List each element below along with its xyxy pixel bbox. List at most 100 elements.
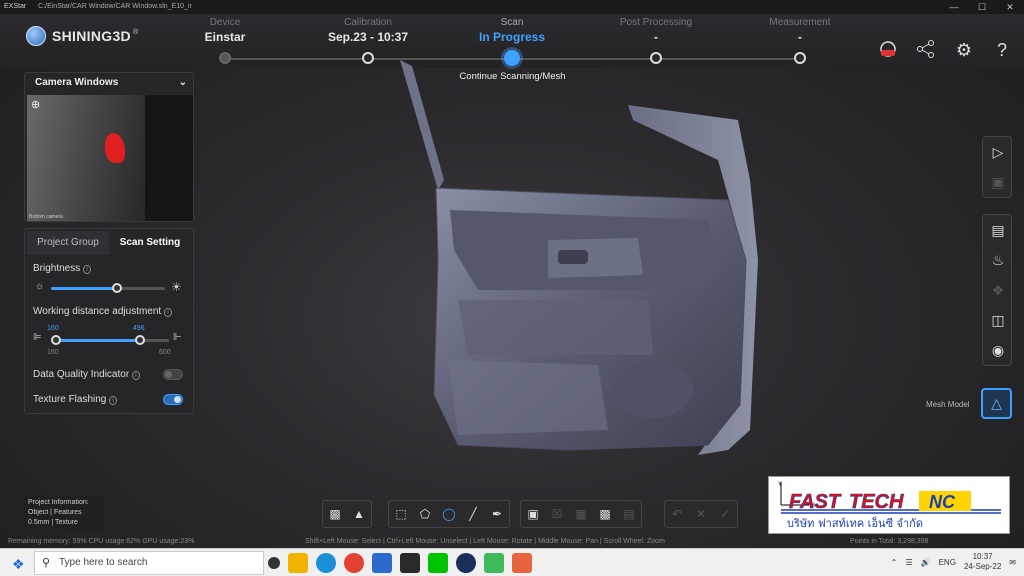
tray-up-icon[interactable]: ⌃ bbox=[891, 558, 898, 567]
working-distance-label: Working distance adjustment i bbox=[33, 306, 172, 317]
camera-view: ⊕ Bottom camera bbox=[27, 95, 193, 221]
step-post-processing-value: - bbox=[654, 30, 658, 44]
selection-toolbar: ⬚ ⬠ ◯ ╱ ✒ bbox=[388, 500, 510, 528]
line-icon[interactable] bbox=[428, 553, 448, 573]
info-icon[interactable]: i bbox=[83, 265, 91, 274]
settings-icon[interactable]: ⚙ bbox=[952, 38, 976, 62]
brightness-high-icon: ☀ bbox=[171, 280, 182, 294]
top-icons: ⚙ ? bbox=[876, 38, 1014, 62]
tab-project-group[interactable]: Project Group bbox=[27, 231, 109, 255]
chrome-icon[interactable] bbox=[344, 553, 364, 573]
data-quality-toggle[interactable] bbox=[163, 369, 183, 380]
scan-start-icon[interactable]: ▷ bbox=[983, 137, 1013, 167]
step-device[interactable]: Device Einstar bbox=[165, 17, 285, 44]
brush-select-icon[interactable]: ✒ bbox=[485, 501, 509, 527]
brand-name-a: FAST bbox=[789, 491, 842, 513]
clock[interactable]: 10:37 24-Sep-22 bbox=[964, 552, 1001, 572]
step-scan-value: In Progress bbox=[478, 30, 546, 44]
share-icon[interactable] bbox=[914, 38, 938, 62]
deselect-icon[interactable]: ☒ bbox=[545, 501, 569, 527]
game-app-icon[interactable] bbox=[400, 553, 420, 573]
data-quality-label: Data Quality Indicator i bbox=[33, 369, 140, 380]
window-icon[interactable]: ▤ bbox=[983, 215, 1013, 245]
minimize-button[interactable]: — bbox=[940, 0, 968, 14]
step-post-processing[interactable]: Post Processing - bbox=[596, 17, 716, 44]
view-cube-icon[interactable]: ▩ bbox=[323, 501, 347, 527]
windows-start-icon[interactable]: ❖ bbox=[12, 556, 25, 573]
step-post-processing-name: Post Processing bbox=[619, 17, 693, 28]
undo-icon[interactable]: ↶ bbox=[665, 501, 689, 527]
volume-icon[interactable]: 🔊 bbox=[921, 558, 931, 567]
working-distance-label-text: Working distance adjustment bbox=[33, 306, 162, 317]
step-device-dot[interactable] bbox=[219, 52, 231, 64]
wd-max-value: 600 bbox=[159, 349, 171, 356]
camtasia-icon[interactable] bbox=[484, 553, 504, 573]
info-icon[interactable]: i bbox=[164, 308, 172, 317]
camera-windows-panel: Camera Windows ⌄ ⊕ Bottom camera bbox=[24, 72, 194, 222]
exstar-icon[interactable] bbox=[456, 553, 476, 573]
screenshot-icon[interactable]: ▣ bbox=[983, 167, 1013, 197]
camera-windows-header[interactable]: Camera Windows ⌄ bbox=[25, 73, 193, 93]
plane-view-icon[interactable]: ▲ bbox=[347, 501, 371, 527]
select-connected-icon[interactable]: ▩ bbox=[593, 501, 617, 527]
texture-flashing-toggle[interactable] bbox=[163, 394, 183, 405]
line-select-icon[interactable]: ╱ bbox=[461, 501, 485, 527]
step-measurement[interactable]: Measurement - bbox=[740, 17, 860, 44]
lasso-select-icon[interactable]: ◯ bbox=[437, 501, 461, 527]
taskbar-apps bbox=[268, 553, 532, 573]
step-measurement-dot[interactable] bbox=[794, 52, 806, 64]
working-distance-range-fill bbox=[55, 339, 141, 342]
edit-toolbar: ▣ ☒ ▦ ▩ ▤ bbox=[520, 500, 642, 528]
chevron-down-icon[interactable]: ⌄ bbox=[179, 73, 187, 93]
project-path: C:/EinStar/CAR Window/CAR Window.sln_E10… bbox=[38, 3, 192, 10]
search-icon: ⚲ bbox=[42, 557, 51, 569]
step-calibration[interactable]: Calibration Sep.23 - 10:37 bbox=[308, 17, 428, 44]
delete-icon[interactable]: ▤ bbox=[617, 501, 641, 527]
wifi-icon[interactable]: ☰ bbox=[905, 558, 912, 567]
help-icon[interactable]: ? bbox=[990, 38, 1014, 62]
polygon-select-icon[interactable]: ⬠ bbox=[413, 501, 437, 527]
tab-scan-setting[interactable]: Scan Setting bbox=[109, 231, 191, 255]
clean-icon[interactable]: ♨ bbox=[983, 245, 1013, 275]
language-indicator[interactable]: ENG bbox=[939, 558, 956, 567]
mesh-model-icon: △ bbox=[991, 395, 1002, 411]
wd-low-knob[interactable] bbox=[51, 335, 61, 345]
camtasia-recorder-icon[interactable] bbox=[512, 553, 532, 573]
brightness-slider[interactable] bbox=[51, 283, 165, 293]
eye-icon[interactable]: ◉ bbox=[983, 335, 1013, 365]
rect-select-icon[interactable]: ⬚ bbox=[389, 501, 413, 527]
save-icon[interactable]: ◫ bbox=[983, 305, 1013, 335]
invert-select-icon[interactable]: ▦ bbox=[569, 501, 593, 527]
select-all-icon[interactable]: ▣ bbox=[521, 501, 545, 527]
step-measurement-name: Measurement bbox=[769, 17, 831, 28]
app-name: EXStar bbox=[4, 3, 27, 10]
history-toolbar: ↶ ✕ ✓ bbox=[664, 500, 738, 528]
brightness-slider-knob[interactable] bbox=[112, 283, 123, 293]
puzzle-icon[interactable]: ❖ bbox=[983, 275, 1013, 305]
step-scan[interactable]: Scan In Progress bbox=[452, 17, 572, 44]
task-view-icon[interactable] bbox=[268, 557, 280, 569]
maximize-button[interactable]: ☐ bbox=[968, 0, 996, 14]
near-distance-icon: ⊫ bbox=[33, 332, 42, 343]
info-icon[interactable]: i bbox=[132, 371, 140, 380]
file-explorer-icon[interactable] bbox=[288, 553, 308, 573]
step-device-name: Device bbox=[209, 17, 241, 28]
zoom-in-icon[interactable]: ⊕ bbox=[31, 98, 40, 111]
notification-icon[interactable]: ✉ bbox=[1009, 558, 1016, 567]
step-calibration-name: Calibration bbox=[344, 17, 392, 28]
info-icon[interactable]: i bbox=[109, 396, 117, 405]
store-icon[interactable] bbox=[372, 553, 392, 573]
right-toolbar-top: ▷ ▣ bbox=[982, 136, 1012, 198]
taskbar-search-box[interactable]: ⚲ Type here to search bbox=[34, 551, 264, 575]
close-button[interactable]: ✕ bbox=[996, 0, 1024, 14]
step-calibration-dot[interactable] bbox=[362, 52, 374, 64]
record-icon[interactable] bbox=[876, 38, 900, 62]
camera-windows-title: Camera Windows bbox=[35, 77, 119, 88]
step-measurement-value: - bbox=[798, 30, 802, 44]
mesh-model-button[interactable]: △ bbox=[981, 388, 1012, 419]
edge-icon[interactable] bbox=[316, 553, 336, 573]
confirm-icon[interactable]: ✓ bbox=[713, 501, 737, 527]
wd-high-knob[interactable] bbox=[135, 335, 145, 345]
cancel-icon[interactable]: ✕ bbox=[689, 501, 713, 527]
working-distance-slider[interactable] bbox=[51, 335, 169, 345]
